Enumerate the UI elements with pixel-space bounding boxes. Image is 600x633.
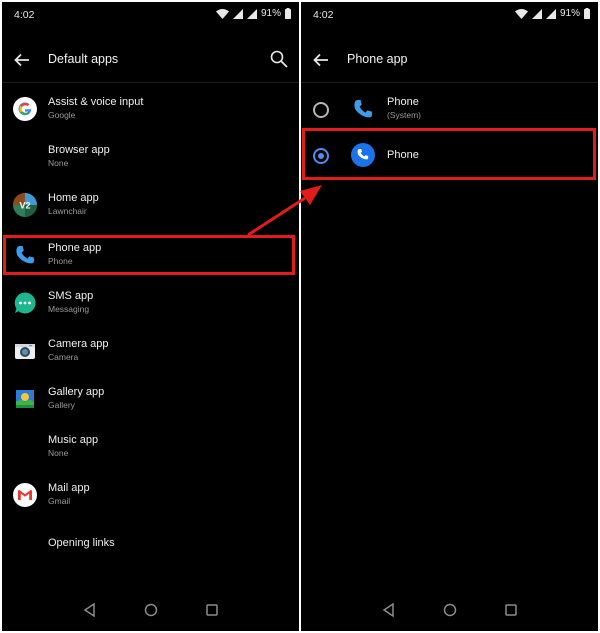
signal-icon [232,8,243,19]
back-arrow-icon[interactable] [12,50,32,70]
messaging-icon [14,292,36,314]
item-subtitle: Gallery [48,400,75,410]
radio-button[interactable] [313,102,329,118]
item-title: Camera app [48,338,109,350]
battery-percent: 91% [260,8,281,19]
item-subtitle: Camera [48,352,79,362]
google-icon [13,97,37,121]
nav-home-icon[interactable] [442,602,458,618]
battery-icon [285,8,291,19]
gmail-icon [13,483,37,507]
list-item-opening-links[interactable]: Opening links [2,520,299,566]
signal-icon [531,8,542,19]
right-screen: 4:02 91% Phone app Phone (System) Phone [301,2,598,631]
list-item-gallery[interactable]: Gallery app Gallery [2,376,299,422]
list-item-mail[interactable]: Mail app Gmail [2,472,299,518]
nav-recents-icon[interactable] [204,602,220,618]
option-subtitle: (System) [387,110,421,120]
wifi-icon [514,8,528,19]
list-item-home[interactable]: V2 Home app Lawnchair [2,182,299,228]
back-arrow-icon[interactable] [311,50,331,70]
page-title: Default apps [48,52,119,66]
nav-back-icon[interactable] [82,602,98,618]
list-item-sms[interactable]: SMS app Messaging [2,280,299,326]
navigation-bar [2,599,299,621]
app-bar: Default apps [2,42,299,78]
item-title: SMS app [48,290,94,302]
item-subtitle: Lawnchair [48,206,87,216]
item-title: Mail app [48,482,90,494]
item-subtitle: Gmail [48,496,71,506]
divider [301,82,598,83]
wifi-icon [215,8,229,19]
camera-icon [15,344,35,359]
option-title: Phone [387,96,419,108]
battery-percent: 91% [559,8,580,19]
list-item-assist[interactable]: Assist & voice input Google [2,86,299,132]
battery-icon [584,8,590,19]
item-title: Gallery app [48,386,105,398]
item-title: Browser app [48,144,110,156]
highlight-box-phone-option [302,128,596,180]
highlight-box-phone-app [3,235,295,275]
divider [2,82,299,83]
status-time: 4:02 [313,9,334,21]
nav-recents-icon[interactable] [503,602,519,618]
signal-icon [545,8,556,19]
status-time: 4:02 [14,9,35,21]
signal-icon [246,8,257,19]
item-title: Assist & voice input [48,96,144,108]
nav-back-icon[interactable] [381,602,397,618]
app-bar: Phone app [301,42,598,78]
left-screen: 4:02 91% Default apps Assist & voice inp… [2,2,299,631]
list-item-music[interactable]: Music app None [2,424,299,470]
search-icon[interactable] [269,49,289,69]
option-phone-system[interactable]: Phone (System) [301,86,598,132]
item-subtitle: Messaging [48,304,90,314]
list-item-browser[interactable]: Browser app None [2,134,299,180]
nav-home-icon[interactable] [143,602,159,618]
item-subtitle: None [48,448,69,458]
item-title: Music app [48,434,99,446]
item-title: Opening links [48,537,115,549]
item-title: Home app [48,192,99,204]
page-title: Phone app [347,52,408,66]
status-bar: 4:02 91% [301,2,598,30]
status-bar: 4:02 91% [2,2,299,30]
gallery-icon [16,390,34,408]
item-subtitle: Google [48,110,76,120]
item-subtitle: None [48,158,69,168]
lawnchair-badge: V2 [19,201,30,211]
navigation-bar [301,599,598,621]
list-item-camera[interactable]: Camera app Camera [2,328,299,374]
lawnchair-icon: V2 [13,193,37,217]
phone-icon [354,100,372,118]
